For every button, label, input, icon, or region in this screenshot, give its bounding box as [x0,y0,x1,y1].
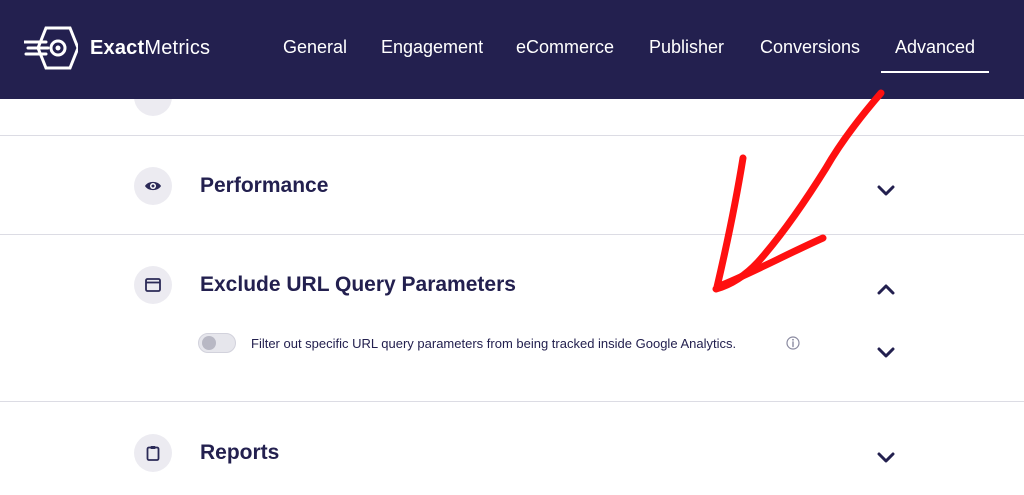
top-navigation-bar: ExactMetrics General Engagement eCommerc… [0,0,1024,99]
exclude-chevron-up-icon[interactable] [874,278,898,302]
tab-conversions[interactable]: Conversions [760,37,860,58]
exclude-query-params-label: Filter out specific URL query parameters… [251,336,737,351]
section-divider [0,401,1024,402]
exclude-section-title[interactable]: Exclude URL Query Parameters [200,273,516,297]
reports-chevron-down-icon[interactable] [874,445,898,469]
tab-ecommerce[interactable]: eCommerce [516,37,614,58]
performance-section-title[interactable]: Performance [200,174,328,198]
tab-advanced[interactable]: Advanced [880,37,990,73]
toggle-row-chevron-down-icon[interactable] [874,340,898,364]
section-divider [0,135,1024,136]
reports-section-icon [134,434,172,472]
performance-section-icon [134,167,172,205]
tab-general[interactable]: General [283,37,347,58]
performance-chevron-down-icon[interactable] [874,178,898,202]
section-divider [0,234,1024,235]
tab-publisher[interactable]: Publisher [649,37,724,58]
exclude-query-params-toggle[interactable] [198,333,236,353]
info-icon[interactable] [786,336,800,350]
tab-engagement[interactable]: Engagement [381,37,483,58]
exclude-section-icon [134,266,172,304]
browser-window-icon [145,278,161,292]
reports-section-title[interactable]: Reports [200,441,279,465]
eye-icon [145,181,161,191]
settings-tabs: General Engagement eCommerce Publisher C… [0,37,1024,77]
clipboard-icon [146,446,160,461]
toggle-knob [202,336,216,350]
